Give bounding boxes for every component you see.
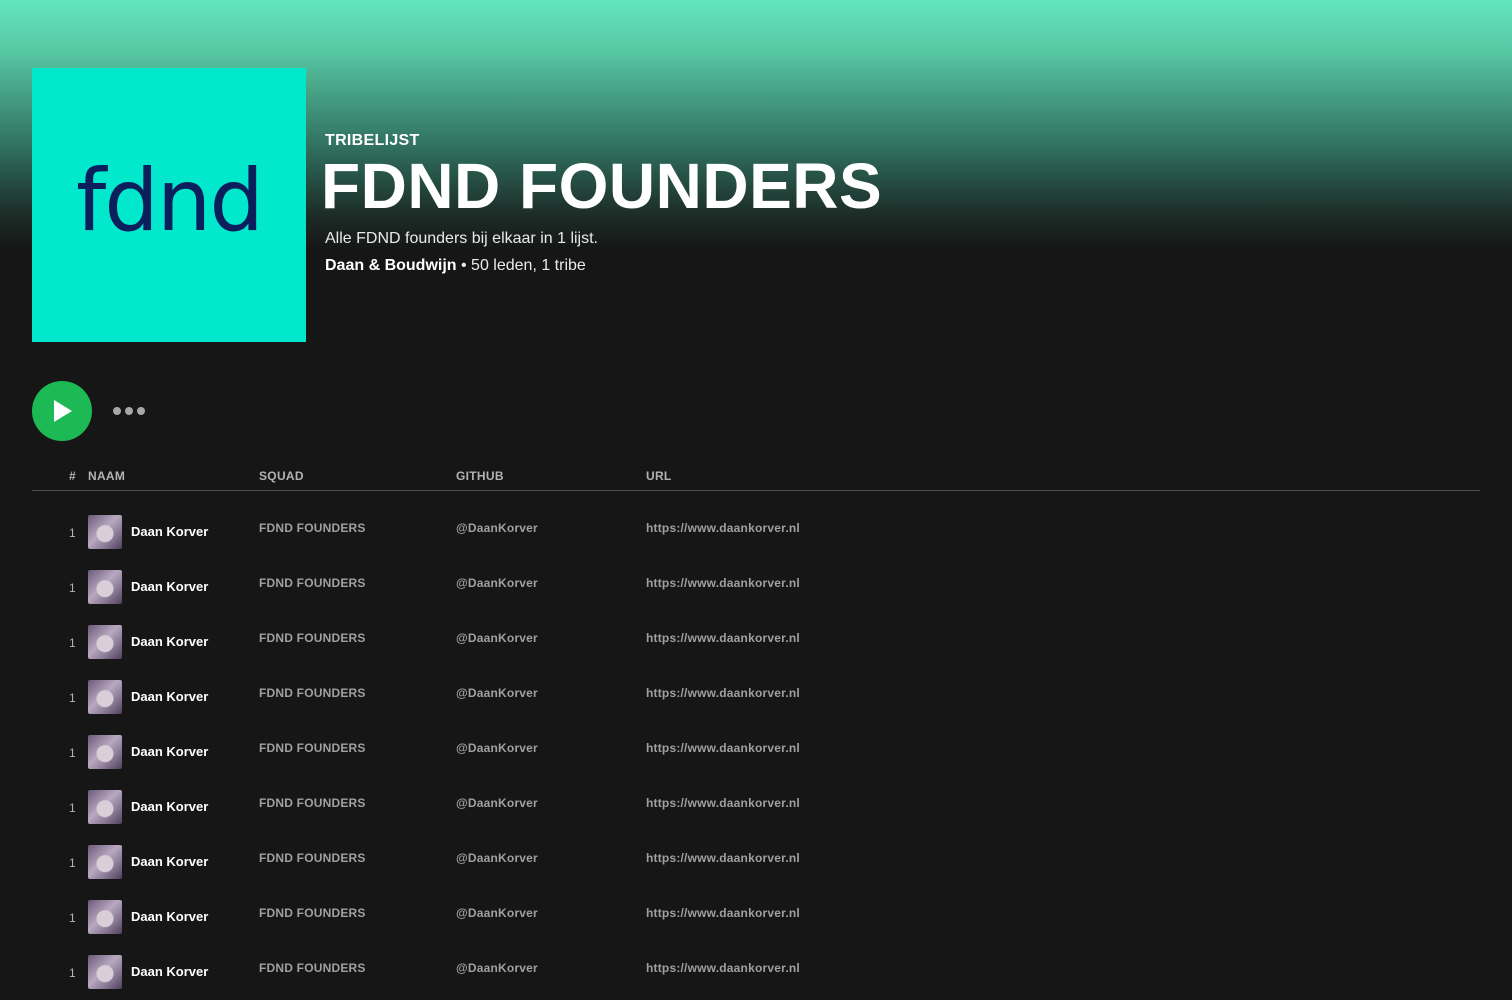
fdnd-logo: fdnd [76, 151, 264, 251]
more-options-icon [125, 407, 133, 415]
avatar [88, 900, 122, 934]
hero-info: TRIBELIJST FDND FOUNDERS Alle FDND found… [321, 132, 882, 275]
member-github[interactable]: @DaanKorver [456, 631, 538, 645]
member-name[interactable]: Daan Korver [131, 689, 208, 704]
row-index: 1 [69, 526, 76, 540]
row-index: 1 [69, 636, 76, 650]
row-index: 1 [69, 581, 76, 595]
avatar [88, 680, 122, 714]
member-squad: FDND FOUNDERS [259, 631, 366, 645]
avatar [88, 570, 122, 604]
play-icon [54, 400, 72, 422]
member-url[interactable]: https://www.daankorver.nl [646, 576, 800, 590]
row-index: 1 [69, 856, 76, 870]
header-squad[interactable]: SQUAD [259, 469, 304, 483]
member-squad: FDND FOUNDERS [259, 851, 366, 865]
list-meta: Daan & Boudwijn • 50 leden, 1 tribe [325, 257, 882, 275]
member-github[interactable]: @DaanKorver [456, 686, 538, 700]
table-row[interactable]: 1 Daan Korver FDND FOUNDERS @DaanKorver … [32, 505, 1480, 560]
row-index: 1 [69, 801, 76, 815]
member-url[interactable]: https://www.daankorver.nl [646, 686, 800, 700]
member-squad: FDND FOUNDERS [259, 686, 366, 700]
row-index: 1 [69, 746, 76, 760]
member-url[interactable]: https://www.daankorver.nl [646, 906, 800, 920]
table-row[interactable]: 1 Daan Korver FDND FOUNDERS @DaanKorver … [32, 670, 1480, 725]
member-github[interactable]: @DaanKorver [456, 906, 538, 920]
member-github[interactable]: @DaanKorver [456, 851, 538, 865]
member-github[interactable]: @DaanKorver [456, 741, 538, 755]
avatar [88, 735, 122, 769]
member-squad: FDND FOUNDERS [259, 521, 366, 535]
table-row[interactable]: 1 Daan Korver FDND FOUNDERS @DaanKorver … [32, 560, 1480, 615]
row-index: 1 [69, 691, 76, 705]
header-github[interactable]: GITHUB [456, 469, 504, 483]
member-github[interactable]: @DaanKorver [456, 796, 538, 810]
member-squad: FDND FOUNDERS [259, 796, 366, 810]
cover-image: fdnd [32, 68, 306, 342]
member-squad: FDND FOUNDERS [259, 576, 366, 590]
more-options-button[interactable] [113, 403, 147, 419]
avatar [88, 790, 122, 824]
member-name[interactable]: Daan Korver [131, 524, 208, 539]
member-url[interactable]: https://www.daankorver.nl [646, 741, 800, 755]
member-github[interactable]: @DaanKorver [456, 576, 538, 590]
member-name[interactable]: Daan Korver [131, 799, 208, 814]
member-name[interactable]: Daan Korver [131, 744, 208, 759]
member-name[interactable]: Daan Korver [131, 579, 208, 594]
play-button[interactable] [32, 381, 92, 441]
member-url[interactable]: https://www.daankorver.nl [646, 851, 800, 865]
row-index: 1 [69, 911, 76, 925]
member-name[interactable]: Daan Korver [131, 964, 208, 979]
more-options-icon [113, 407, 121, 415]
table-row[interactable]: 1 Daan Korver FDND FOUNDERS @DaanKorver … [32, 780, 1480, 835]
header-index: # [69, 469, 76, 483]
page-title: FDND FOUNDERS [321, 150, 883, 222]
table-row[interactable]: 1 Daan Korver FDND FOUNDERS @DaanKorver … [32, 615, 1480, 670]
member-url[interactable]: https://www.daankorver.nl [646, 796, 800, 810]
table-row[interactable]: 1 Daan Korver FDND FOUNDERS @DaanKorver … [32, 945, 1480, 1000]
member-squad: FDND FOUNDERS [259, 961, 366, 975]
avatar [88, 625, 122, 659]
member-name[interactable]: Daan Korver [131, 634, 208, 649]
table-row[interactable]: 1 Daan Korver FDND FOUNDERS @DaanKorver … [32, 725, 1480, 780]
member-name[interactable]: Daan Korver [131, 854, 208, 869]
table-row[interactable]: 1 Daan Korver FDND FOUNDERS @DaanKorver … [32, 835, 1480, 890]
header-name[interactable]: NAAM [88, 469, 125, 483]
avatar [88, 955, 122, 989]
member-url[interactable]: https://www.daankorver.nl [646, 961, 800, 975]
table-header: # NAAM SQUAD GITHUB URL [32, 466, 1480, 491]
member-squad: FDND FOUNDERS [259, 741, 366, 755]
list-stats: • 50 leden, 1 tribe [456, 257, 586, 274]
member-list: 1 Daan Korver FDND FOUNDERS @DaanKorver … [32, 505, 1480, 1000]
member-name[interactable]: Daan Korver [131, 909, 208, 924]
member-github[interactable]: @DaanKorver [456, 961, 538, 975]
table-row[interactable]: 1 Daan Korver FDND FOUNDERS @DaanKorver … [32, 890, 1480, 945]
header-url[interactable]: URL [646, 469, 672, 483]
avatar [88, 845, 122, 879]
avatar [88, 515, 122, 549]
member-url[interactable]: https://www.daankorver.nl [646, 521, 800, 535]
member-github[interactable]: @DaanKorver [456, 521, 538, 535]
member-url[interactable]: https://www.daankorver.nl [646, 631, 800, 645]
list-type-label: TRIBELIJST [325, 132, 420, 149]
owner-link[interactable]: Daan & Boudwijn [325, 257, 457, 274]
more-options-icon [137, 407, 145, 415]
member-squad: FDND FOUNDERS [259, 906, 366, 920]
row-index: 1 [69, 966, 76, 980]
list-description: Alle FDND founders bij elkaar in 1 lijst… [325, 230, 598, 247]
